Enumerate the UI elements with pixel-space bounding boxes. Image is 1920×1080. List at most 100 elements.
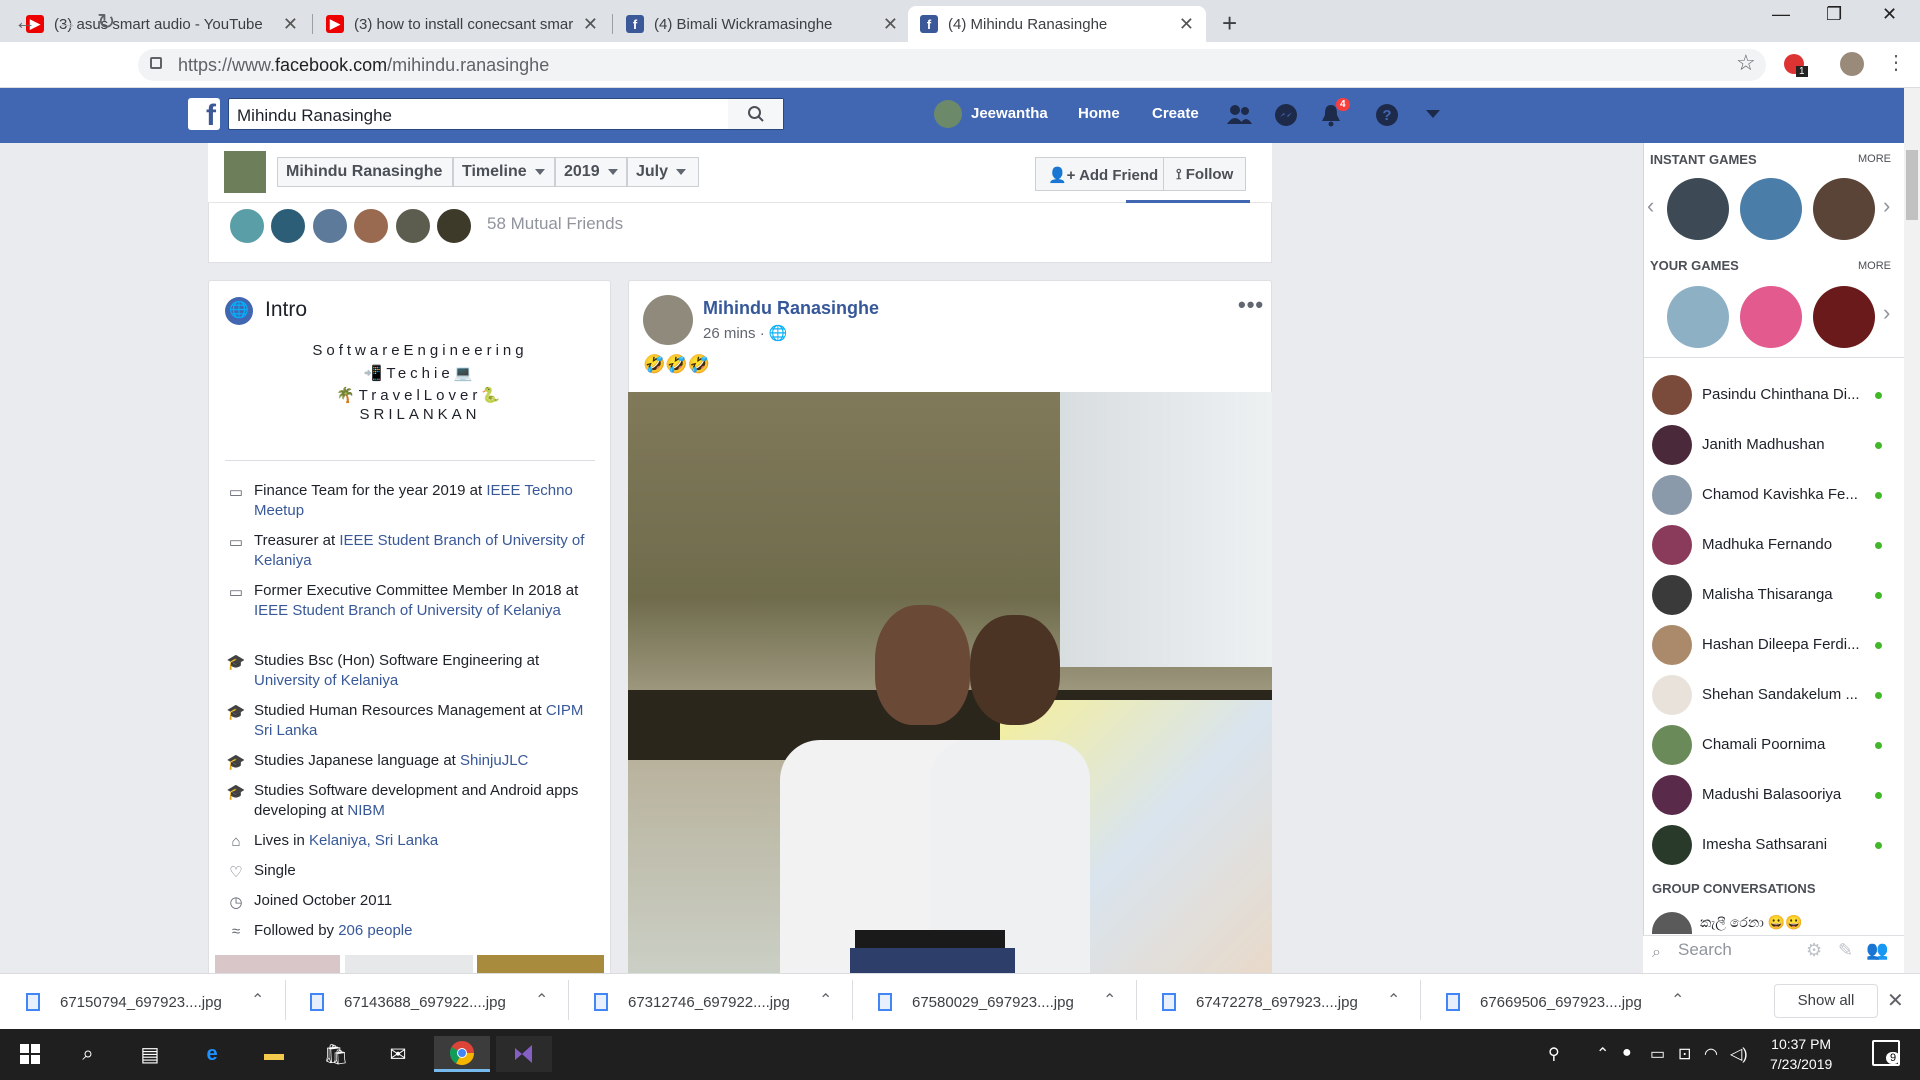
scrollbar-thumb[interactable] (1906, 150, 1918, 220)
instant-games-more[interactable]: MORE (1858, 153, 1891, 165)
nav-create[interactable]: Create (1152, 105, 1199, 122)
contact-item[interactable]: Imesha Sathsarani (1652, 825, 1892, 867)
compose-icon[interactable]: ✎ (1838, 940, 1853, 961)
bookmark-star-icon[interactable]: ☆ (1736, 50, 1756, 76)
facebook-logo-icon[interactable]: f (188, 98, 220, 132)
store-icon[interactable]: 🛍 (316, 1036, 356, 1072)
mail-icon[interactable]: ✉ (378, 1036, 418, 1072)
close-download-bar-icon[interactable]: ✕ (1887, 988, 1904, 1013)
download-item[interactable]: 67143688_697922....jpg (310, 985, 506, 1019)
back-icon[interactable]: ← (14, 9, 36, 35)
contact-item[interactable]: Janith Madhushan (1652, 425, 1892, 467)
close-tab-icon[interactable]: ✕ (283, 14, 298, 35)
post-author-name[interactable]: Mihindu Ranasinghe (703, 298, 879, 319)
contact-item[interactable]: Malisha Thisaranga (1652, 575, 1892, 617)
intro-item-link[interactable]: Kelaniya, Sri Lanka (309, 832, 438, 849)
page-scrollbar[interactable] (1904, 88, 1920, 973)
download-item[interactable]: 67150794_697923....jpg (26, 985, 222, 1019)
close-tab-icon[interactable]: ✕ (1179, 14, 1194, 35)
system-clock[interactable]: 10:37 PM 7/23/2019 (1770, 1034, 1832, 1074)
address-bar[interactable]: https://www. facebook.com/mihindu.ranasin… (138, 49, 1766, 81)
timeline-dropdown[interactable]: Timeline (453, 157, 555, 187)
friend-requests-icon[interactable] (1227, 102, 1253, 128)
mutual-friend-avatar[interactable] (269, 207, 307, 245)
browser-tab[interactable]: ▶ (3) how to install conecsant smar ✕ (314, 6, 610, 42)
contact-item[interactable]: Chamod Kavishka Fe... (1652, 475, 1892, 517)
help-icon[interactable]: ? (1374, 102, 1400, 128)
show-all-downloads-button[interactable]: Show all (1774, 984, 1878, 1018)
mutual-friend-avatar[interactable] (352, 207, 390, 245)
contact-item[interactable]: Chamali Poornima (1652, 725, 1892, 767)
contact-item[interactable]: Shehan Sandakelum ... (1652, 675, 1892, 717)
intro-item-link[interactable]: ShinjuJLC (460, 752, 528, 769)
chevron-up-icon[interactable]: ⌃ (1387, 990, 1400, 1010)
group-name[interactable]: කැලී රෙනා 😀😀 (1700, 914, 1803, 934)
download-item[interactable]: 67312746_697922....jpg (594, 985, 790, 1019)
new-tab-icon[interactable]: + (1222, 8, 1237, 39)
game-icon[interactable] (1740, 286, 1802, 348)
contact-item[interactable]: Madushi Balasooriya (1652, 775, 1892, 817)
reload-icon[interactable]: ↻ (97, 9, 115, 35)
chat-search-input[interactable]: Search (1678, 940, 1732, 960)
post-timestamp[interactable]: 26 mins · 🌐 (703, 324, 788, 342)
mutual-friend-avatar[interactable] (435, 207, 473, 245)
game-icon[interactable] (1740, 178, 1802, 240)
lock-icon[interactable] (150, 57, 162, 69)
chevron-left-icon[interactable]: ‹ (1647, 193, 1654, 219)
menu-dots-icon[interactable]: ⋮ (1886, 50, 1906, 75)
chevron-up-icon[interactable]: ⌃ (535, 990, 548, 1010)
messenger-icon[interactable] (1273, 102, 1299, 128)
add-friend-button[interactable]: 👤+ Add Friend (1035, 157, 1172, 191)
chevron-up-icon[interactable]: ⌃ (251, 990, 264, 1010)
year-dropdown[interactable]: 2019 (555, 157, 627, 187)
user-avatar[interactable] (934, 100, 962, 128)
close-window-icon[interactable]: ✕ (1882, 4, 1897, 25)
people-icon[interactable]: ⚲ (1548, 1044, 1560, 1064)
profile-name-button[interactable]: Mihindu Ranasinghe (277, 157, 453, 187)
download-item[interactable]: 67580029_697923....jpg (878, 985, 1074, 1019)
mutual-friend-avatar[interactable] (394, 207, 432, 245)
nav-user-name[interactable]: Jeewantha (971, 105, 1048, 122)
contact-item[interactable]: Hashan Dileepa Ferdi... (1652, 625, 1892, 667)
month-dropdown[interactable]: July (627, 157, 699, 187)
file-explorer-icon[interactable]: ▬ (254, 1036, 294, 1072)
network-icon[interactable]: ⊡ (1678, 1044, 1691, 1064)
maximize-icon[interactable]: ❐ (1826, 4, 1842, 25)
download-item[interactable]: 67669506_697923....jpg (1446, 985, 1642, 1019)
taskbar-search-icon[interactable]: ⌕ (68, 1036, 108, 1072)
facebook-search-input[interactable]: Mihindu Ranasinghe (228, 98, 784, 130)
post-author-avatar[interactable] (643, 295, 693, 345)
chevron-up-icon[interactable]: ⌃ (1596, 1044, 1609, 1064)
chevron-right-icon[interactable]: › (1883, 193, 1890, 219)
forward-icon[interactable]: → (56, 9, 78, 35)
browser-tab-active[interactable]: f (4) Mihindu Ranasinghe ✕ (908, 6, 1206, 42)
edge-browser-icon[interactable]: e (192, 1036, 232, 1072)
intro-item-link[interactable]: NIBM (347, 802, 385, 819)
game-icon[interactable] (1813, 286, 1875, 348)
mutual-friend-avatar[interactable] (228, 207, 266, 245)
wifi-icon[interactable]: ◠ (1704, 1044, 1718, 1064)
close-tab-icon[interactable]: ✕ (883, 14, 898, 35)
task-view-icon[interactable]: ▤ (130, 1036, 170, 1072)
mutual-friends-count[interactable]: 58 Mutual Friends (487, 214, 623, 234)
mutual-friend-avatar[interactable] (311, 207, 349, 245)
windows-start-icon[interactable] (10, 1036, 50, 1072)
contact-item[interactable]: Madhuka Fernando (1652, 525, 1892, 567)
volume-icon[interactable]: ◁) (1730, 1044, 1748, 1064)
search-icon[interactable] (728, 99, 783, 129)
intro-item-link[interactable]: University of Kelaniya (254, 672, 398, 689)
close-tab-icon[interactable]: ✕ (583, 14, 598, 35)
chevron-up-icon[interactable]: ⌃ (819, 990, 832, 1010)
game-icon[interactable] (1813, 178, 1875, 240)
game-icon[interactable] (1667, 178, 1729, 240)
contact-item[interactable]: Pasindu Chinthana Di... (1652, 375, 1892, 417)
your-games-more[interactable]: MORE (1858, 260, 1891, 272)
visual-studio-icon[interactable] (496, 1036, 552, 1072)
chevron-up-icon[interactable]: ⌃ (1103, 990, 1116, 1010)
profile-thumbnail[interactable] (224, 151, 266, 193)
minimize-icon[interactable]: — (1772, 4, 1790, 25)
create-group-icon[interactable]: 👥 (1866, 940, 1888, 961)
chevron-right-icon[interactable]: › (1883, 300, 1890, 326)
intro-item-link[interactable]: 206 people (338, 922, 412, 939)
battery-icon[interactable]: ▭ (1650, 1044, 1665, 1064)
